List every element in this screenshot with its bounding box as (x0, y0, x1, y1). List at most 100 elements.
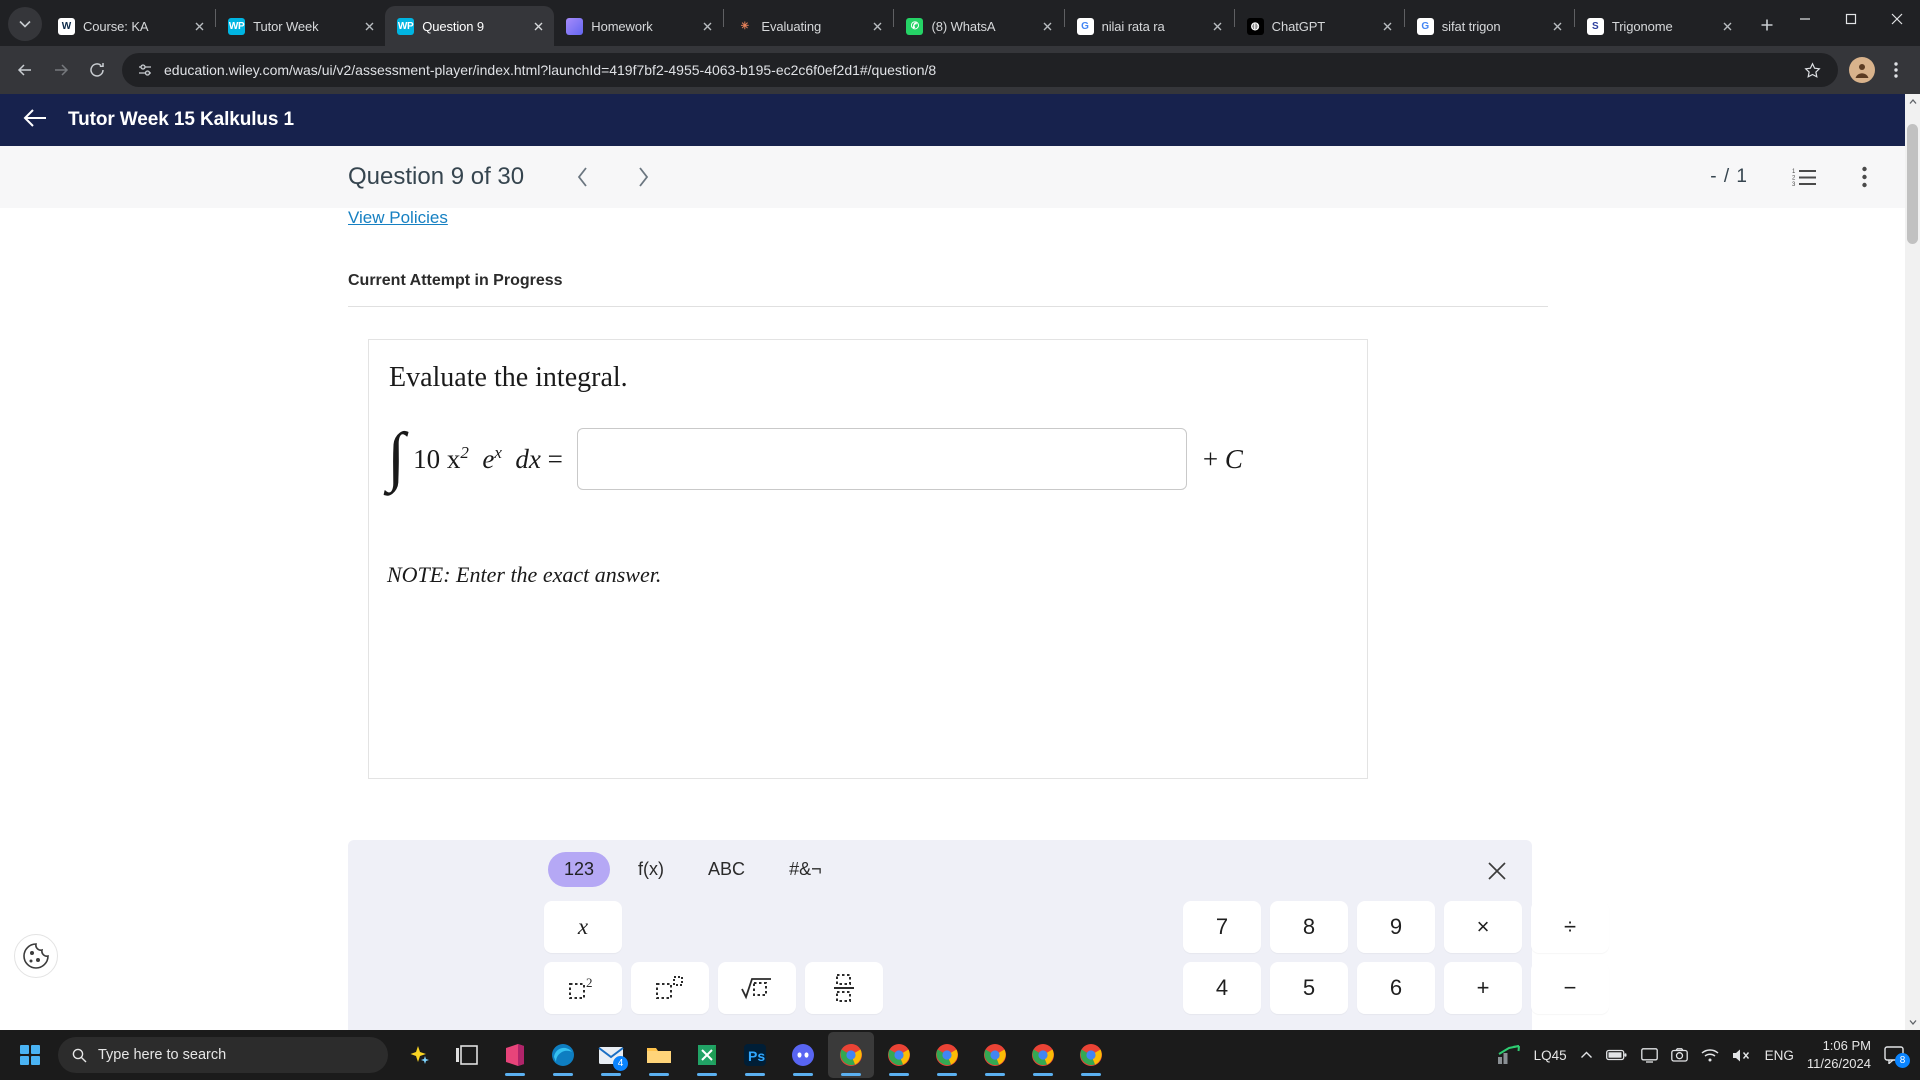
close-keyboard-button[interactable] (1484, 858, 1510, 884)
office-icon[interactable] (492, 1032, 538, 1078)
key-fraction[interactable] (805, 962, 883, 1014)
browser-tab[interactable]: ✳ Evaluating (724, 6, 893, 46)
start-button[interactable] (6, 1032, 54, 1078)
close-tab-icon[interactable] (1038, 16, 1058, 36)
key-6[interactable]: 6 (1357, 962, 1435, 1014)
close-tab-icon[interactable] (528, 16, 548, 36)
display-settings-icon[interactable] (1640, 1047, 1658, 1063)
question-list-icon[interactable]: 1 2 3 (1792, 167, 1818, 187)
keyboard-mode-functions[interactable]: f(x) (622, 852, 680, 887)
view-policies-link[interactable]: View Policies (348, 188, 448, 227)
close-tab-icon[interactable] (1548, 16, 1568, 36)
site-settings-icon[interactable] (136, 61, 154, 79)
notifications-button[interactable]: 8 (1884, 1046, 1910, 1068)
keyboard-mode-symbols[interactable]: #&¬ (773, 852, 838, 887)
browser-menu-button[interactable] (1880, 54, 1912, 86)
key-8[interactable]: 8 (1270, 901, 1348, 953)
browser-tab[interactable]: S Trigonome (1575, 6, 1744, 46)
key-square[interactable]: 2 (544, 962, 622, 1014)
bookmark-star-icon[interactable] (1796, 54, 1828, 86)
profile-avatar[interactable] (1846, 54, 1878, 86)
taskbar-clock[interactable]: 1:06 PM 11/26/2024 (1807, 1037, 1871, 1072)
volume-icon[interactable] (1732, 1048, 1752, 1063)
new-tab-button[interactable] (1752, 10, 1782, 40)
key-minus[interactable]: − (1531, 962, 1609, 1014)
photoshop-icon[interactable]: Ps (732, 1032, 778, 1078)
keyboard-symbol-keys: x 2 (544, 901, 883, 1014)
page-scrollbar[interactable] (1905, 94, 1920, 1030)
close-window-button[interactable] (1874, 0, 1920, 38)
key-multiply[interactable]: × (1444, 901, 1522, 953)
close-tab-icon[interactable] (1378, 16, 1398, 36)
discord-icon[interactable] (780, 1032, 826, 1078)
key-plus[interactable]: + (1444, 962, 1522, 1014)
keyboard-mode-letters[interactable]: ABC (692, 852, 761, 887)
taskbar-icons: 4 Ps (396, 1032, 1114, 1078)
key-power[interactable] (631, 962, 709, 1014)
close-tab-icon[interactable] (359, 16, 379, 36)
back-to-course-button[interactable] (22, 107, 48, 134)
browser-tab[interactable]: ◍ ChatGPT (1235, 6, 1404, 46)
scrollbar-thumb[interactable] (1907, 124, 1918, 244)
more-vertical-icon (1862, 166, 1867, 188)
battery-icon[interactable] (1605, 1048, 1628, 1062)
browser-tab[interactable]: G sifat trigon (1405, 6, 1574, 46)
key-variable-x[interactable]: x (544, 901, 622, 953)
minimize-button[interactable] (1782, 0, 1828, 38)
scroll-down-arrow[interactable] (1905, 1014, 1920, 1030)
chrome-icon[interactable] (924, 1032, 970, 1078)
chrome-icon-active[interactable] (828, 1032, 874, 1078)
back-button[interactable] (8, 53, 42, 87)
question-options-menu[interactable] (1862, 166, 1867, 188)
cookie-preferences-button[interactable] (14, 934, 58, 978)
browser-tab[interactable]: G nilai rata ra (1065, 6, 1234, 46)
answer-input[interactable] (576, 428, 1187, 490)
key-7[interactable]: 7 (1183, 901, 1261, 953)
taskbar-search[interactable]: Type here to search (58, 1037, 388, 1073)
clock-time: 1:06 PM (1822, 1038, 1871, 1054)
address-bar[interactable]: education.wiley.com/was/ui/v2/assessment… (122, 53, 1838, 87)
scroll-up-arrow[interactable] (1905, 94, 1920, 110)
previous-question-button[interactable] (572, 162, 594, 192)
reload-button[interactable] (80, 53, 114, 87)
tab-search-button[interactable] (8, 7, 42, 41)
e-term: e (482, 444, 495, 474)
key-divide[interactable]: ÷ (1531, 901, 1609, 953)
next-question-button[interactable] (632, 162, 654, 192)
close-tab-icon[interactable] (1718, 16, 1738, 36)
chrome-icon[interactable] (1020, 1032, 1066, 1078)
close-tab-icon[interactable] (867, 16, 887, 36)
excel-icon[interactable] (684, 1032, 730, 1078)
task-view-icon[interactable] (444, 1032, 490, 1078)
browser-tab[interactable]: WP Tutor Week (216, 6, 385, 46)
key-4[interactable]: 4 (1183, 962, 1261, 1014)
wifi-icon[interactable] (1701, 1048, 1719, 1062)
chrome-icon[interactable] (972, 1032, 1018, 1078)
close-tab-icon[interactable] (1208, 16, 1228, 36)
key-square-root[interactable] (718, 962, 796, 1014)
stocks-widget[interactable] (1497, 1045, 1521, 1065)
maximize-button[interactable] (1828, 0, 1874, 38)
key-5[interactable]: 5 (1270, 962, 1348, 1014)
edge-icon[interactable] (540, 1032, 586, 1078)
chrome-icon[interactable] (876, 1032, 922, 1078)
browser-tab[interactable]: W Course: KA (46, 6, 215, 46)
browser-tab-active[interactable]: WP Question 9 (385, 6, 555, 46)
keyboard-mode-tabs: 123 f(x) ABC #&¬ (348, 852, 1532, 887)
copilot-icon[interactable] (396, 1032, 442, 1078)
question-card: Evaluate the integral. ∫ 10 x2 ex dx = +… (368, 339, 1368, 779)
key-9[interactable]: 9 (1357, 901, 1435, 953)
show-hidden-icons-button[interactable] (1580, 1049, 1593, 1062)
question-counter: Question 9 of 30 (348, 163, 525, 190)
file-explorer-icon[interactable] (636, 1032, 682, 1078)
mail-icon[interactable]: 4 (588, 1032, 634, 1078)
browser-tab[interactable]: ✆ (8) WhatsA (894, 6, 1063, 46)
close-tab-icon[interactable] (189, 16, 209, 36)
keyboard-mode-numbers[interactable]: 123 (548, 852, 611, 887)
close-tab-icon[interactable] (697, 16, 717, 36)
language-indicator[interactable]: ENG (1765, 1048, 1794, 1063)
chrome-icon[interactable] (1068, 1032, 1114, 1078)
camera-icon[interactable] (1670, 1047, 1688, 1063)
browser-tab[interactable]: Homework (554, 6, 723, 46)
forward-button[interactable] (44, 53, 78, 87)
